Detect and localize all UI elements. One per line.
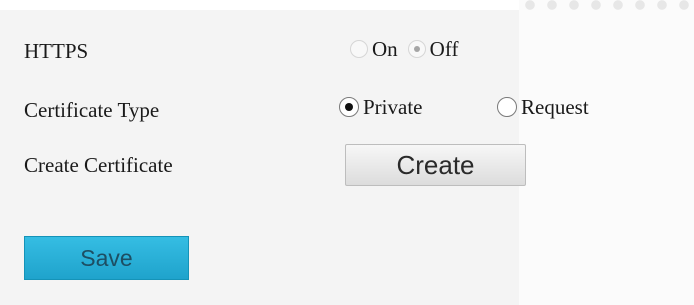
- save-button[interactable]: Save: [24, 236, 189, 280]
- https-off-radio[interactable]: [407, 40, 426, 58]
- certificate-type-request-label: Request: [521, 95, 589, 119]
- right-background: [519, 0, 694, 305]
- certificate-type-private-label: Private: [363, 95, 423, 119]
- https-off-label: Off: [429, 37, 459, 61]
- create-certificate-label: Create Certificate: [24, 153, 173, 177]
- https-on-label: On: [372, 37, 398, 61]
- certificate-type-label: Certificate Type: [24, 98, 160, 122]
- https-label: HTTPS: [24, 39, 89, 63]
- dotted-divider: [519, 0, 694, 14]
- create-certificate-button[interactable]: Create: [345, 144, 526, 186]
- certificate-type-request-radio[interactable]: [497, 97, 517, 117]
- certificate-type-private-radio[interactable]: [339, 97, 359, 117]
- certificate-type-private-option: Private: [339, 94, 422, 120]
- certificate-type-request-option: Request: [497, 94, 589, 120]
- https-on-radio[interactable]: [350, 40, 368, 58]
- https-radio-group: On Off: [350, 36, 468, 62]
